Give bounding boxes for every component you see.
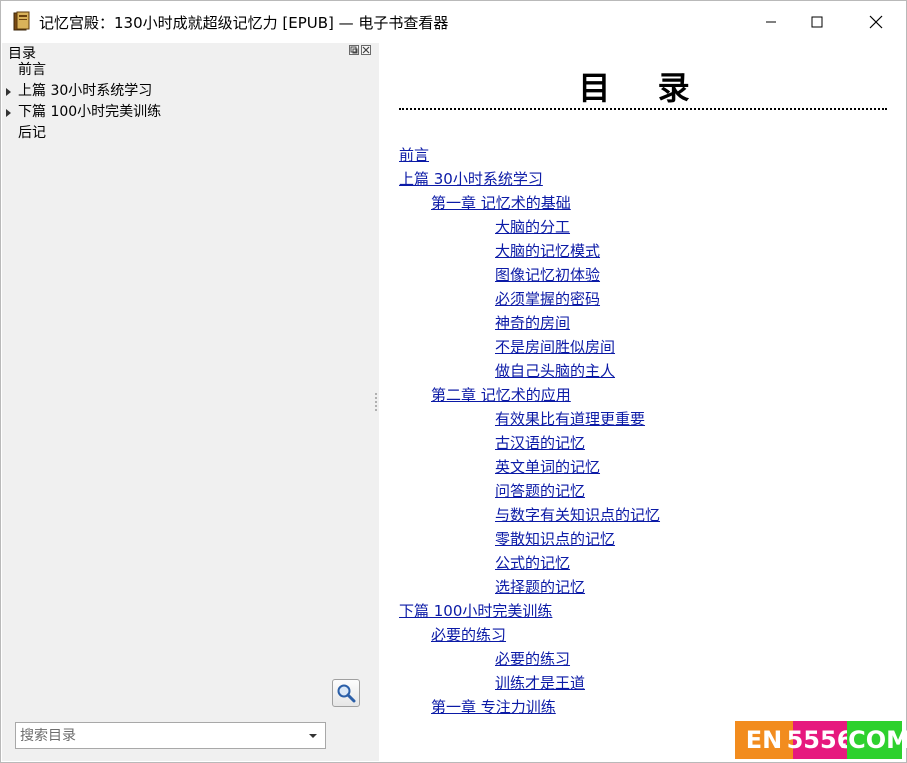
toc-tree-item-label: 下篇 100小时完美训练 [18, 104, 162, 120]
toc-link[interactable]: 下篇 100小时完美训练 [399, 602, 552, 620]
app-book-icon [12, 11, 32, 32]
search-history-dropdown[interactable] [301, 723, 325, 748]
toc-link[interactable]: 第一章 记忆术的基础 [431, 194, 571, 212]
content-toc-item: 第一章 专注力训练 [379, 695, 906, 719]
close-panel-button[interactable] [361, 45, 371, 55]
content-toc-item: 训练才是王道 [379, 671, 906, 695]
site-watermark: EN 5556 .COM [735, 721, 907, 759]
toc-link[interactable]: 前言 [399, 146, 429, 164]
toc-link[interactable]: 必须掌握的密码 [495, 290, 600, 308]
content-toc-item: 大脑的记忆模式 [379, 239, 906, 263]
content-toc-list: 前言上篇 30小时系统学习第一章 记忆术的基础大脑的分工大脑的记忆模式 图像记忆初… [379, 143, 906, 719]
toc-link[interactable]: 第二章 记忆术的应用 [431, 386, 571, 404]
content-toc-item: 公式的记忆 [379, 551, 906, 575]
float-icon [350, 46, 358, 54]
content-toc-item: 第二章 记忆术的应用 [379, 383, 906, 407]
watermark-part: EN [735, 721, 793, 759]
search-button[interactable] [332, 679, 360, 707]
content-toc-item: 必须掌握的密码 [379, 287, 906, 311]
content-toc-item: 神奇的房间 [379, 311, 906, 335]
toc-link[interactable]: 大脑的分工 [495, 218, 570, 236]
minimize-icon [766, 21, 776, 23]
toc-link[interactable]: 英文单词的记忆 [495, 458, 600, 476]
content-toc-item: 英文单词的记忆 [379, 455, 906, 479]
page-title: 目 录 [578, 69, 708, 107]
close-icon [869, 15, 883, 29]
toc-tree-item[interactable]: 下篇 100小时完美训练 [2, 102, 373, 123]
content-toc-item: 古汉语的记忆 [379, 431, 906, 455]
content-toc-item: 必要的练习 [379, 647, 906, 671]
toc-search-combobox[interactable] [15, 722, 326, 749]
toc-link[interactable]: 大脑的记忆模式 [495, 242, 600, 260]
toc-tree-item[interactable]: 上篇 30小时系统学习 [2, 81, 373, 102]
toc-tree-item-label: 前言 [18, 62, 46, 78]
title-divider [399, 108, 887, 110]
toc-link[interactable]: 不是房间胜似房间 [495, 338, 615, 356]
toc-link[interactable]: 必要的练习 [495, 650, 570, 668]
maximize-icon [811, 16, 823, 28]
toc-link[interactable]: 古汉语的记忆 [495, 434, 585, 452]
toc-link[interactable]: 选择题的记忆 [495, 578, 585, 596]
close-button[interactable] [853, 1, 899, 43]
toc-link[interactable]: 与数字有关知识点的记忆 [495, 506, 660, 524]
toc-tree: 前言 上篇 30小时系统学习 下篇 100小时完美训练 后记 [2, 60, 373, 144]
toc-link[interactable]: 公式的记忆 [495, 554, 570, 572]
content-toc-item: 零散知识点的记忆 [379, 527, 906, 551]
content-toc-item: 不是房间胜似房间 [379, 335, 906, 359]
content-toc-item: 前言 [379, 143, 906, 167]
toc-tree-item-label: 后记 [18, 125, 46, 141]
content-toc-item: 选择题的记忆 [379, 575, 906, 599]
toc-tree-item-label: 上篇 30小时系统学习 [18, 83, 153, 99]
toc-link[interactable]: 零散知识点的记忆 [495, 530, 615, 548]
toc-tree-item[interactable]: 前言 [2, 60, 373, 81]
toc-link[interactable]: 问答题的记忆 [495, 482, 585, 500]
toc-link[interactable]: 图像记忆初体验 [495, 266, 600, 284]
toc-link[interactable]: 第一章 专注力训练 [431, 698, 556, 716]
float-panel-button[interactable] [349, 45, 359, 55]
content-toc-item: 第一章 记忆术的基础 [379, 191, 906, 215]
minimize-button[interactable] [748, 1, 794, 43]
toc-search-input[interactable] [16, 723, 300, 748]
content-toc-item: 与数字有关知识点的记忆 [379, 503, 906, 527]
content-toc-item: 有效果比有道理更重要 [379, 407, 906, 431]
toc-link[interactable]: 上篇 30小时系统学习 [399, 170, 543, 188]
search-icon [337, 684, 356, 703]
chevron-down-icon [309, 733, 317, 738]
dock-controls [349, 45, 371, 55]
watermark-part: .COM [839, 721, 907, 759]
content-toc-item: 问答题的记忆 [379, 479, 906, 503]
toc-link[interactable]: 做自己头脑的主人 [495, 362, 615, 380]
toc-tree-item[interactable]: 后记 [2, 123, 373, 144]
toc-link[interactable]: 有效果比有道理更重要 [495, 410, 645, 428]
content-toc-item: 图像记忆初体验 [379, 263, 906, 287]
window-title: 记忆宫殿：130小时成就超级记忆力 [EPUB] — 电子书查看器 [39, 14, 449, 32]
toc-link[interactable]: 训练才是王道 [495, 674, 585, 692]
content-toc-item: 上篇 30小时系统学习 [379, 167, 906, 191]
maximize-button[interactable] [794, 1, 840, 43]
content-toc-item: 下篇 100小时完美训练 [379, 599, 906, 623]
expand-arrow-icon[interactable] [6, 109, 11, 117]
title-bar[interactable]: 记忆宫殿：130小时成就超级记忆力 [EPUB] — 电子书查看器 [1, 1, 906, 43]
toc-link[interactable]: 神奇的房间 [495, 314, 570, 332]
ebook-viewer-window: 记忆宫殿：130小时成就超级记忆力 [EPUB] — 电子书查看器 目录 前言 [0, 0, 907, 763]
expand-arrow-icon[interactable] [6, 88, 11, 96]
toc-sidebar: 目录 前言 上篇 30小时系统学习 下篇 100小时完美训练 后记 [2, 43, 373, 761]
book-content: 目 录 前言上篇 30小时系统学习第一章 记忆术的基础大脑的分工大脑的记忆模式图… [379, 43, 906, 761]
content-toc-item: 大脑的分工 [379, 215, 906, 239]
close-panel-icon [362, 46, 370, 54]
splitter-grip [375, 393, 377, 411]
content-toc-item: 必要的练习 [379, 623, 906, 647]
toc-link[interactable]: 必要的练习 [431, 626, 506, 644]
content-toc-item: 做自己头脑的主人 [379, 359, 906, 383]
